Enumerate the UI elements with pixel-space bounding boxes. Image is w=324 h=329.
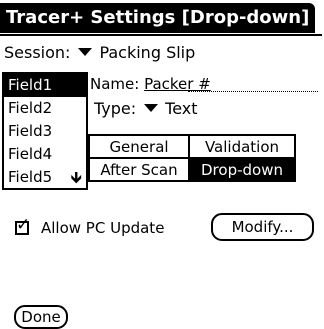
allow-pc-update-checkbox[interactable]: ✓ <box>15 217 30 235</box>
tab-general[interactable]: General <box>88 134 190 159</box>
field-list-item-2[interactable]: Field2 <box>4 97 86 120</box>
allow-pc-update-label: Allow PC Update <box>41 219 165 237</box>
settings-tabs: General Validation After Scan Drop-down <box>88 134 296 182</box>
type-row: Type: Text <box>94 96 198 120</box>
field-list-item-1[interactable]: Field1 <box>4 74 86 97</box>
tab-after-scan[interactable]: After Scan <box>88 157 190 182</box>
title-bar: Tracer+ Settings [Drop-down] <box>0 0 316 36</box>
session-selector[interactable]: Packing Slip <box>99 43 195 62</box>
title-divider <box>0 34 322 36</box>
field-list-item-3[interactable]: Field3 <box>4 120 86 143</box>
name-label: Name: <box>90 75 140 93</box>
session-row: Session: Packing Slip <box>4 40 195 64</box>
dropdown-triangle-icon[interactable] <box>144 104 159 112</box>
scroll-down-arrow-icon[interactable]: 🡻 <box>71 166 83 189</box>
app-title: Tracer+ Settings [Drop-down] <box>0 3 316 33</box>
field-list[interactable]: Field1 Field2 Field3 Field4 Field5 🡻 <box>2 72 88 190</box>
dropdown-triangle-icon[interactable] <box>78 48 93 56</box>
type-label: Type: <box>94 98 137 118</box>
tab-validation[interactable]: Validation <box>188 134 296 159</box>
field-list-item-4[interactable]: Field4 <box>4 143 86 166</box>
name-field-underline <box>188 91 318 92</box>
done-button[interactable]: Done <box>14 305 68 329</box>
modify-button[interactable]: Modify... <box>211 213 314 241</box>
session-label: Session: <box>4 42 71 62</box>
allow-pc-update-row: ✓ Allow PC Update <box>15 216 164 240</box>
tab-drop-down[interactable]: Drop-down <box>188 157 296 182</box>
field-list-item-5[interactable]: Field5 🡻 <box>4 166 86 189</box>
checkmark-icon: ✓ <box>16 215 31 235</box>
type-selector[interactable]: Text <box>165 99 197 118</box>
